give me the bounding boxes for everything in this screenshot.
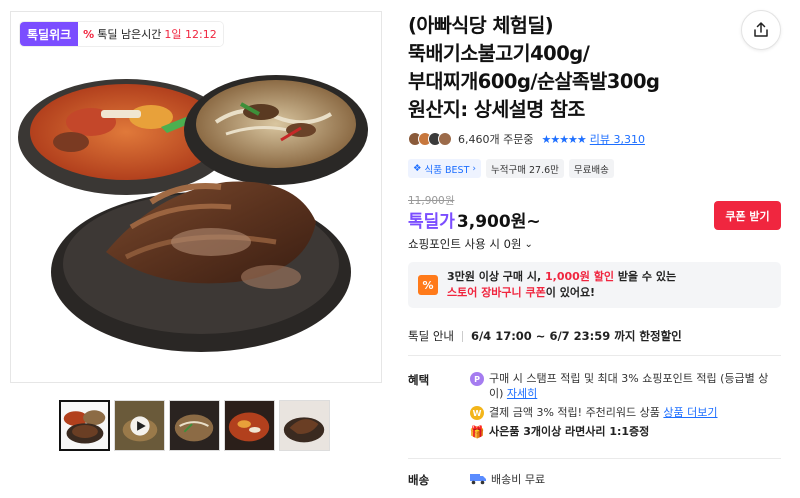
get-coupon-button[interactable]: 쿠폰 받기 [714,201,781,230]
review-link[interactable]: 리뷰 3,310 [590,131,645,147]
original-price: 11,900원 [408,195,455,207]
coupon-icon: % [418,275,438,295]
coupon-notice-part: 이 있어요! [545,286,596,299]
coupon-notice-part: 받을 수 있는 [613,270,677,283]
benefit-detail-link[interactable]: 자세히 [507,387,537,400]
product-title-line: 원산지: 상세설명 참조 [408,98,585,121]
coupon-notice-text: 3만원 이상 구매 시, 1,000원 할인 받을 수 있는 스토어 장바구니 … [447,269,676,301]
deal-price-label: 톡딜가 [408,212,455,232]
chevron-down-icon: ⌄ [524,238,533,250]
divider [461,330,463,342]
cart-coupon-notice[interactable]: % 3만원 이상 구매 시, 1,000원 할인 받을 수 있는 스토어 장바구… [408,262,781,308]
percent-icon: % [83,27,95,41]
best-icon: ❖ [413,163,422,174]
benefits-label: 혜택 [408,373,430,387]
benefit-item: W 결제 금액 3% 적립! 주천리워드 상품 상품 더보기 [470,405,781,420]
benefit-text: 결제 금액 3% 적립! 주천리워드 상품 [489,406,660,419]
tag-label: 누적구매 27.6만 [491,164,559,176]
shipping-fee: 배송비 무료 [491,473,546,486]
section-divider [408,458,781,459]
thumbnail-1[interactable] [59,400,110,451]
shipping-label: 배송 [408,473,430,487]
truck-icon [470,474,486,485]
product-main-image[interactable]: 톡딜위크 % 톡딜 남은시간 1일 12:12 [10,11,382,383]
thumbnail-2-video[interactable] [114,400,165,451]
tag-cumulative-purchase: 누적구매 27.6만 [486,159,564,178]
tag-food-best[interactable]: ❖ 식품 BEST › [408,159,481,178]
deal-price: 톡딜가 3,900원~ [408,207,541,232]
product-tags: ❖ 식품 BEST › 누적구매 27.6만 무료배송 [408,159,614,178]
thumbnail-5[interactable] [279,400,330,451]
more-products-link[interactable]: 상품 더보기 [663,406,717,419]
buyer-avatars [408,132,452,146]
rating-row: 6,460개 주문중 ★★★★★ 리뷰 3,310 [408,131,645,147]
deal-week-badge: 톡딜위크 % 톡딜 남은시간 1일 12:12 [20,22,223,46]
benefit-item: P 구매 시 스탬프 적립 및 최대 3% 쇼핑포인트 적립 (등급별 상이) … [470,371,781,401]
thumbnail-strip [59,400,330,451]
tag-label: 무료배송 [573,164,609,176]
deal-info: 톡딜 안내 6/4 17:00 ~ 6/7 23:59 까지 한정할인 [408,328,682,344]
benefit-text: 사은품 3개이상 라면사리 1:1증정 [489,425,650,438]
tag-label: 식품 BEST [424,164,470,176]
coupon-notice-highlight: 1,000원 할인 [545,270,614,283]
thumbnail-3[interactable] [169,400,220,451]
share-button[interactable] [741,10,781,50]
thumbnail-4[interactable] [224,400,275,451]
chevron-right-icon: › [472,163,476,174]
star-rating-icon: ★★★★★ [541,132,586,146]
order-count: 6,460개 주문중 [458,133,534,146]
benefit-item: 🎁 사은품 3개이상 라면사리 1:1증정 [470,424,781,439]
benefits-list: P 구매 시 스탬프 적립 및 최대 3% 쇼핑포인트 적립 (등급별 상이) … [470,371,781,443]
product-title: (아빠식당 체험딜) 뚝배기소불고기400g/ 부대찌개600g/순살족발300… [408,12,728,124]
section-divider [408,355,781,356]
share-icon [754,22,768,37]
deal-timer: % 톡딜 남은시간 1일 12:12 [78,22,223,46]
tag-free-shipping: 무료배송 [568,159,614,178]
food-photo [18,75,368,352]
deal-week-logo: 톡딜위크 [20,22,79,46]
shipping-info: 배송비 무료 [470,471,545,487]
deal-price-value: 3,900원~ [456,212,541,232]
deal-timer-label: 톡딜 남은시간 [97,28,162,41]
deal-timer-value: 1일 12:12 [164,28,217,41]
product-title-line: 부대찌개600g/순살족발300g [408,70,660,93]
coupon-notice-highlight: 스토어 장바구니 쿠폰 [447,286,546,299]
reward-icon: W [470,406,484,420]
gift-icon: 🎁 [469,424,485,439]
points-icon: P [470,372,484,386]
product-title-line: 뚝배기소불고기400g/ [408,42,590,65]
deal-info-label: 톡딜 안내 [408,329,454,343]
product-title-line: (아빠식당 체험딜) [408,14,554,37]
coupon-notice-part: 3만원 이상 구매 시, [447,270,545,283]
avatar [438,132,452,146]
shopping-points-dropdown[interactable]: 쇼핑포인트 사용 시 0원 ⌄ [408,236,533,252]
points-text: 쇼핑포인트 사용 시 0원 [408,237,522,251]
deal-period: 6/4 17:00 ~ 6/7 23:59 까지 한정할인 [470,329,682,343]
